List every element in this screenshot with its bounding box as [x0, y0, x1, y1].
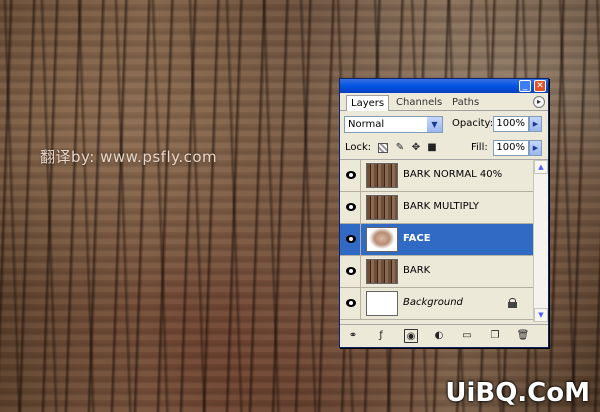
layer-name: BARK — [403, 265, 431, 276]
new-group-folder-icon[interactable]: ▭ — [460, 329, 474, 343]
new-layer-icon[interactable]: ❐ — [488, 329, 502, 343]
layer-row-bark[interactable]: BARK — [340, 256, 534, 288]
palette-tabs: Layers Channels Paths ▸ — [340, 93, 548, 111]
layer-name: FACE — [403, 233, 431, 244]
adjustment-layer-icon[interactable]: ◐ — [432, 329, 446, 343]
layer-thumbnail — [366, 163, 398, 188]
tab-channels[interactable]: Channels — [392, 95, 446, 110]
layer-style-icon[interactable]: ƒ — [374, 329, 388, 343]
translator-credit-watermark: 翻译by: www.psfly.com — [40, 148, 218, 166]
blend-mode-select[interactable]: Normal ▼ — [344, 116, 443, 133]
lock-icon — [508, 298, 517, 308]
fill-slider-arrow-icon[interactable]: ▶ — [529, 140, 542, 156]
layer-thumbnail — [366, 195, 398, 220]
eye-visibility-icon[interactable] — [346, 203, 356, 211]
layer-row-bark-normal-40[interactable]: BARK NORMAL 40% — [340, 160, 534, 192]
tab-layers[interactable]: Layers — [346, 95, 390, 111]
layer-name: BARK NORMAL 40% — [403, 169, 503, 180]
layers-footer-toolbar: ⚭ ƒ ◉ ◐ ▭ ❐ 🗑 — [340, 324, 548, 347]
lock-transparency-icon[interactable] — [378, 143, 388, 153]
layer-name: Background — [403, 297, 463, 308]
lock-label: Lock: — [345, 142, 372, 153]
scroll-up-arrow-icon[interactable]: ▲ — [534, 160, 548, 174]
scroll-down-arrow-icon[interactable]: ▼ — [534, 308, 548, 322]
link-layers-icon[interactable]: ⚭ — [346, 329, 360, 343]
tab-paths[interactable]: Paths — [448, 95, 483, 110]
site-logo-watermark: UiBQ.CoM — [445, 378, 590, 408]
layer-row-face[interactable]: FACE — [340, 224, 534, 256]
layer-row-background[interactable]: Background — [340, 288, 534, 320]
eye-visibility-icon[interactable] — [346, 267, 356, 275]
eye-visibility-icon[interactable] — [346, 299, 356, 307]
layer-divider — [360, 224, 361, 255]
blend-mode-value: Normal — [348, 119, 385, 130]
blend-opacity-row: Normal ▼ Opacity: 100% ▶ — [340, 111, 548, 137]
opacity-slider-arrow-icon[interactable]: ▶ — [529, 116, 542, 132]
opacity-label: Opacity: — [452, 118, 494, 129]
chevron-down-icon: ▼ — [427, 117, 442, 132]
eye-visibility-icon[interactable] — [346, 235, 356, 243]
delete-layer-trash-icon[interactable]: 🗑 — [516, 329, 530, 343]
layer-divider — [360, 256, 361, 287]
layer-thumbnail — [366, 291, 398, 316]
layer-row-bark-multiply[interactable]: BARK MULTIPLY — [340, 192, 534, 224]
eye-visibility-icon[interactable] — [346, 171, 356, 179]
lock-paint-brush-icon[interactable]: ✎ — [394, 142, 406, 154]
layers-palette: _ ✕ Layers Channels Paths ▸ Normal ▼ Opa… — [339, 78, 549, 348]
layer-divider — [360, 160, 361, 191]
layer-divider — [360, 192, 361, 223]
fill-label: Fill: — [471, 142, 488, 153]
add-mask-icon[interactable]: ◉ — [404, 329, 418, 343]
lock-position-move-icon[interactable]: ✥ — [410, 142, 422, 154]
lock-all-icon[interactable]: ■ — [426, 142, 438, 154]
palette-titlebar[interactable]: _ ✕ — [340, 79, 548, 93]
opacity-input[interactable]: 100% — [493, 116, 529, 132]
minimize-button[interactable]: _ — [519, 80, 531, 92]
layers-list: BARK NORMAL 40% BARK MULTIPLY FACE BARK … — [340, 160, 548, 322]
layers-scrollbar[interactable]: ▲ ▼ — [533, 160, 548, 322]
palette-menu-icon[interactable]: ▸ — [533, 96, 545, 108]
fill-input[interactable]: 100% — [493, 140, 529, 156]
layer-thumbnail-face — [366, 227, 398, 252]
layer-divider — [360, 288, 361, 319]
layer-thumbnail — [366, 259, 398, 284]
layer-name: BARK MULTIPLY — [403, 201, 479, 212]
lock-fill-row: Lock: ✎ ✥ ■ Fill: 100% ▶ — [340, 137, 548, 160]
close-button[interactable]: ✕ — [534, 80, 546, 92]
